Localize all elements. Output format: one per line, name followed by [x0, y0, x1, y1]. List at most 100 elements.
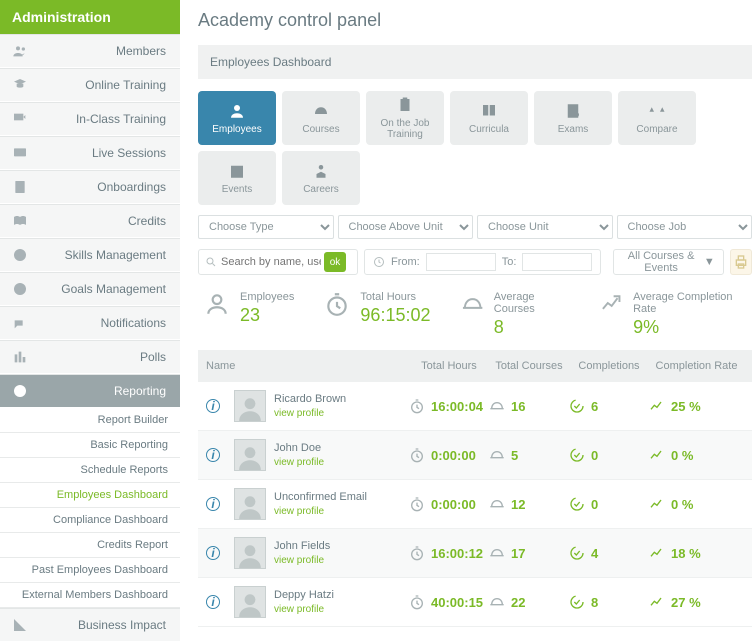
th-rate: Completion Rate	[649, 360, 744, 372]
hardhat-icon	[489, 496, 505, 512]
stopwatch-icon	[409, 496, 425, 512]
completions-value: 6	[591, 399, 598, 414]
hardhat-icon	[489, 594, 505, 610]
sidebar-subitem-employees-dashboard[interactable]: Employees Dashboard	[0, 483, 180, 508]
hours-value: 0:00:00	[431, 448, 476, 463]
tab-compare[interactable]: Compare	[618, 91, 696, 145]
clipboard-icon	[396, 96, 414, 114]
hardhat-icon	[489, 398, 505, 414]
view-profile-link[interactable]: view profile	[274, 457, 324, 468]
th-name: Name	[206, 360, 409, 372]
table-row: i Deppy Hatzi view profile 40:00:15 22 8…	[198, 578, 752, 627]
table-header-row: Name Total Hours Total Courses Completio…	[198, 350, 752, 382]
search-input[interactable]	[221, 256, 321, 268]
stat-label: Average Completion Rate	[633, 291, 746, 315]
clock-icon	[373, 256, 385, 268]
hours-value: 16:00:04	[431, 399, 483, 414]
check-chart-icon	[600, 291, 623, 317]
sidebar-item-label: Goals Management	[30, 282, 170, 296]
sidebar-item-reporting[interactable]: Reporting	[0, 374, 180, 408]
tab-events[interactable]: Events	[198, 151, 276, 205]
sidebar: Administration MembersOnline TrainingIn-…	[0, 0, 180, 642]
sidebar-item-label: Notifications	[30, 316, 170, 330]
sidebar-item-credits[interactable]: Credits	[0, 204, 180, 238]
employee-name: John Fields	[274, 540, 330, 552]
stopwatch-icon	[409, 398, 425, 414]
sidebar-item-live-sessions[interactable]: Live Sessions	[0, 136, 180, 170]
sidebar-subitem-external-members-dashboard[interactable]: External Members Dashboard	[0, 583, 180, 608]
tab-courses[interactable]: Courses	[282, 91, 360, 145]
check-icon	[569, 545, 585, 561]
sidebar-item-onboardings[interactable]: Onboardings	[0, 170, 180, 204]
stat-label: Average Courses	[494, 291, 570, 315]
view-profile-link[interactable]: view profile	[274, 604, 324, 615]
user-icon	[228, 102, 246, 120]
rate-value: 0 %	[671, 497, 693, 512]
sidebar-subitem-past-employees-dashboard[interactable]: Past Employees Dashboard	[0, 558, 180, 583]
search-ok-button[interactable]: ok	[324, 252, 346, 272]
sidebar-item-notifications[interactable]: Notifications	[0, 306, 180, 340]
sidebar-subitem-schedule-reports[interactable]: Schedule Reports	[0, 458, 180, 483]
filter-type[interactable]: Choose Type	[198, 215, 334, 239]
date-from-input[interactable]	[426, 253, 496, 271]
sidebar-subitem-basic-reporting[interactable]: Basic Reporting	[0, 433, 180, 458]
toolbar: ok From: To: All Courses & Events ▼	[198, 247, 752, 277]
tab-on-the-job-training[interactable]: On the Job Training	[366, 91, 444, 145]
courses-filter-dropdown[interactable]: All Courses & Events ▼	[613, 249, 723, 275]
info-icon[interactable]: i	[206, 595, 220, 609]
check-icon	[569, 447, 585, 463]
view-profile-link[interactable]: view profile	[274, 506, 324, 517]
tab-label: Compare	[636, 124, 677, 135]
sidebar-item-business-impact[interactable]: Business Impact	[0, 608, 180, 642]
calendar-icon	[228, 162, 246, 180]
stopwatch-icon	[409, 545, 425, 561]
table-row: i Unconfirmed Email view profile 0:00:00…	[198, 480, 752, 529]
sidebar-item-polls[interactable]: Polls	[0, 340, 180, 374]
sidebar-subitem-report-builder[interactable]: Report Builder	[0, 408, 180, 433]
triangle-down-icon: ▼	[704, 256, 715, 268]
print-button[interactable]	[730, 249, 752, 275]
hours-value: 16:00:12	[431, 546, 483, 561]
stat-avg-completion: Average Completion Rate9%	[600, 291, 746, 338]
info-icon[interactable]: i	[206, 497, 220, 511]
stopwatch-icon	[324, 291, 350, 317]
sidebar-item-goals-management[interactable]: Goals Management	[0, 272, 180, 306]
completions-value: 0	[591, 497, 598, 512]
dropdown-label: All Courses & Events	[622, 250, 699, 274]
table-row: i John Fields view profile 16:00:12 17 4…	[198, 529, 752, 578]
sidebar-item-members[interactable]: Members	[0, 34, 180, 68]
stat-employees: Employees23	[204, 291, 294, 338]
filter-job[interactable]: Choose Job	[617, 215, 752, 239]
courses-value: 16	[511, 399, 525, 414]
table-row: i John Doe view profile 0:00:00 5 0 0 %	[198, 431, 752, 480]
tab-label: Curricula	[469, 124, 509, 135]
sidebar-item-skills-management[interactable]: Skills Management	[0, 238, 180, 272]
tab-exams[interactable]: Exams	[534, 91, 612, 145]
tab-careers[interactable]: Careers	[282, 151, 360, 205]
info-icon[interactable]: i	[206, 546, 220, 560]
sidebar-subitem-credits-report[interactable]: Credits Report	[0, 533, 180, 558]
training-icon	[10, 77, 30, 93]
info-icon[interactable]: i	[206, 399, 220, 413]
date-to-input[interactable]	[522, 253, 592, 271]
sidebar-item-label: Online Training	[30, 78, 170, 92]
date-range: From: To:	[364, 249, 601, 275]
tab-curricula[interactable]: Curricula	[450, 91, 528, 145]
sidebar-item-label: Onboardings	[30, 180, 170, 194]
employee-name: Unconfirmed Email	[274, 491, 367, 503]
reporting-icon	[10, 383, 30, 399]
sidebar-item-in-class-training[interactable]: In-Class Training	[0, 102, 180, 136]
info-icon[interactable]: i	[206, 448, 220, 462]
view-profile-link[interactable]: view profile	[274, 408, 324, 419]
filter-above-unit[interactable]: Choose Above Unit	[338, 215, 474, 239]
sidebar-item-online-training[interactable]: Online Training	[0, 68, 180, 102]
tab-employees[interactable]: Employees	[198, 91, 276, 145]
view-profile-link[interactable]: view profile	[274, 555, 324, 566]
tab-label: Careers	[303, 184, 339, 195]
employee-name: John Doe	[274, 442, 324, 454]
stat-avg-courses: Average Courses8	[461, 291, 570, 338]
stat-label: Total Hours	[360, 291, 430, 303]
sidebar-subitem-compliance-dashboard[interactable]: Compliance Dashboard	[0, 508, 180, 533]
filter-unit[interactable]: Choose Unit	[477, 215, 613, 239]
sidebar-item-label: Skills Management	[30, 248, 170, 262]
